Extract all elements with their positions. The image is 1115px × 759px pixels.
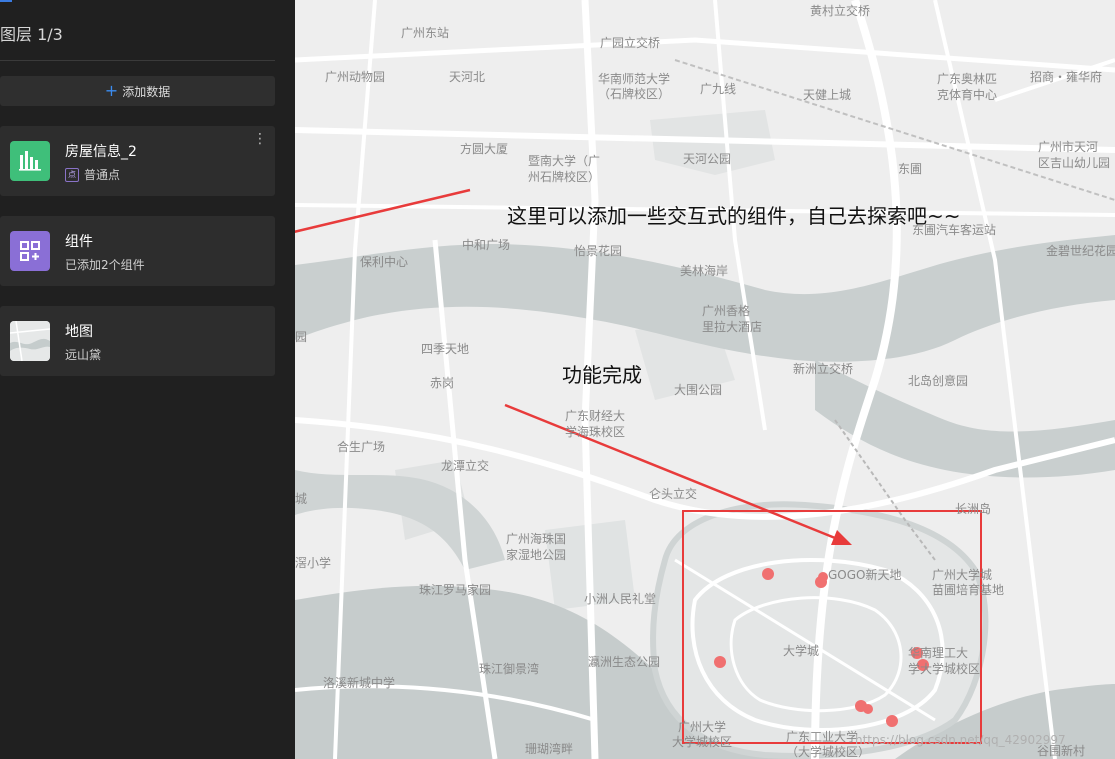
map-label: 招商・雍华府 bbox=[1030, 70, 1103, 84]
map-label: 保利中心 bbox=[360, 255, 409, 269]
map-label: 广园立交桥 bbox=[600, 36, 661, 50]
widgets-icon bbox=[10, 231, 50, 271]
map-label: 长洲岛 bbox=[955, 502, 992, 516]
active-indicator bbox=[0, 0, 12, 2]
layer-name: 组件 bbox=[65, 234, 93, 250]
map-label: 华南师范大学 bbox=[598, 72, 671, 86]
layer-name: 房屋信息_2 bbox=[65, 144, 137, 160]
map-view[interactable]: 黄村立交桥 广州东站 广园立交桥 广州动物园 天河北 华南师范大学 （石牌校区）… bbox=[295, 0, 1115, 759]
map-label: 合生广场 bbox=[337, 440, 386, 454]
layer-card-basemap[interactable]: 地图 远山黛 bbox=[0, 306, 275, 376]
map-label: 天河北 bbox=[449, 70, 486, 84]
map-label: 小洲人民礼堂 bbox=[584, 592, 657, 606]
map-label: 北岛创意园 bbox=[908, 374, 969, 388]
map-label: 赤岗 bbox=[430, 376, 455, 390]
layer-type-label: 普通点 bbox=[84, 168, 121, 182]
map-label: 大围公园 bbox=[674, 383, 723, 397]
map-label: 广州海珠国 bbox=[506, 532, 567, 546]
map-label: GOGO新天地 bbox=[828, 568, 902, 582]
map-label: 区吉山幼儿园 bbox=[1038, 156, 1111, 170]
layer-name: 地图 bbox=[65, 324, 93, 340]
map-label: 广州香格 bbox=[702, 304, 751, 318]
map-label: 中和广场 bbox=[462, 238, 511, 252]
map-label: 滘小学 bbox=[295, 556, 332, 570]
map-label: 四季天地 bbox=[421, 342, 470, 356]
map-label: 克体育中心 bbox=[937, 88, 998, 102]
map-label: 广东财经大 bbox=[565, 409, 626, 423]
layer-card-house-info[interactable]: 房屋信息_2 点 普通点 ⋮ bbox=[0, 126, 275, 196]
annotation-done: 功能完成 bbox=[562, 363, 642, 387]
map-thumbnail-icon bbox=[10, 321, 50, 361]
map-label: 园 bbox=[295, 330, 308, 344]
map-label: 天河公园 bbox=[683, 152, 732, 166]
map-label: 东圃 bbox=[898, 162, 923, 176]
map-label: 广州动物园 bbox=[325, 70, 386, 84]
layer-card-components[interactable]: 组件 已添加2个组件 bbox=[0, 216, 275, 286]
map-label: （大学城校区） bbox=[786, 745, 871, 759]
point-badge-icon: 点 bbox=[65, 167, 79, 182]
plus-icon: + bbox=[104, 81, 119, 100]
map-label: 珠江御景湾 bbox=[479, 662, 540, 676]
map-label: 怡景花园 bbox=[574, 244, 623, 258]
map-label: 里拉大酒店 bbox=[702, 320, 763, 334]
add-data-label: 添加数据 bbox=[122, 84, 171, 99]
map-label: 广州东站 bbox=[401, 26, 450, 40]
panel-title: 图层 1/3 bbox=[0, 25, 63, 44]
bar-chart-icon bbox=[10, 141, 50, 181]
map-label: 广东奥林匹 bbox=[937, 72, 998, 86]
map-label: 龙潭立交 bbox=[441, 459, 490, 473]
map-label: 广州大学城 bbox=[932, 568, 993, 582]
map-label: 华南理工大 bbox=[908, 646, 969, 660]
divider bbox=[0, 60, 275, 61]
map-label: 珠江罗马家园 bbox=[419, 583, 492, 597]
layer-sub: 远山黛 bbox=[65, 348, 102, 362]
map-label: 广九线 bbox=[700, 82, 737, 96]
map-label: 洛溪新城中学 bbox=[323, 676, 396, 690]
layers-panel: 图层 1/3 + 添加数据 房屋信息_2 点 普通点 ⋮ 组件 已添加2个组件 … bbox=[0, 0, 295, 759]
map-label: 广州市天河 bbox=[1038, 140, 1099, 154]
map-label: 学海珠校区 bbox=[565, 425, 626, 439]
map-label: 新洲立交桥 bbox=[793, 362, 854, 376]
map-label: 仑头立交 bbox=[649, 487, 698, 501]
watermark: https://blog.csdn.net/qq_42902997 bbox=[855, 733, 1066, 747]
more-options-icon[interactable]: ⋮ bbox=[253, 132, 267, 146]
map-label: 城 bbox=[295, 492, 308, 506]
basemap bbox=[295, 0, 1115, 759]
map-label: 天健上城 bbox=[803, 88, 852, 102]
map-label: 方圆大厦 bbox=[460, 142, 509, 156]
map-label: 苗圃培育基地 bbox=[932, 583, 1005, 597]
map-label: 珊瑚湾畔 bbox=[525, 742, 574, 756]
map-label: （石牌校区） bbox=[598, 87, 671, 101]
map-label: 广东工业大学 bbox=[786, 730, 859, 744]
map-label: 黄村立交桥 bbox=[810, 4, 871, 18]
map-label: 金碧世纪花园 bbox=[1046, 244, 1115, 258]
map-label: 学大学城校区 bbox=[908, 662, 981, 676]
map-label: 暨南大学（广 bbox=[528, 154, 601, 168]
map-label: 家湿地公园 bbox=[506, 548, 567, 562]
annotation-components-hint: 这里可以添加一些交互式的组件，自己去探索吧~~ bbox=[507, 204, 961, 228]
map-label: 大学城校区 bbox=[672, 735, 733, 749]
map-label: 州石牌校区） bbox=[528, 170, 601, 184]
add-data-button[interactable]: + 添加数据 bbox=[0, 76, 275, 106]
layer-sub: 已添加2个组件 bbox=[65, 258, 145, 272]
map-label: 瀛洲生态公园 bbox=[588, 655, 661, 669]
map-label: 美林海岸 bbox=[680, 264, 729, 278]
map-label: 大学城 bbox=[783, 644, 820, 658]
layer-type: 点 普通点 bbox=[65, 166, 120, 183]
map-label: 广州大学 bbox=[678, 720, 727, 734]
